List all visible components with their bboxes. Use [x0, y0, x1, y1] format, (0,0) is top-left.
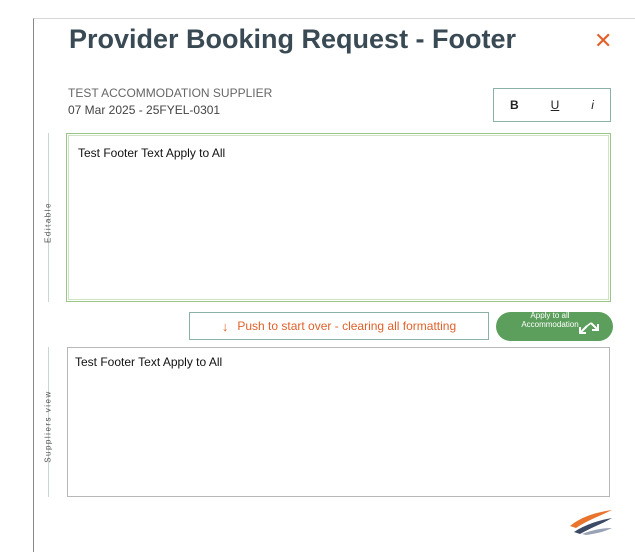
apply-to-all-button[interactable]: Apply to all Accommodation: [496, 311, 613, 341]
editable-label: Editable: [43, 202, 53, 243]
suppliers-view-preview: Test Footer Text Apply to All: [67, 347, 610, 497]
formatting-toolbar: B U i: [493, 88, 611, 122]
push-start-over-button[interactable]: ↓ Push to start over - clearing all form…: [189, 312, 489, 340]
underline-button[interactable]: U: [551, 98, 560, 112]
down-arrow-icon: ↓: [221, 318, 229, 334]
brand-swoosh-logo: [570, 510, 612, 535]
italic-button[interactable]: i: [591, 98, 594, 112]
footer-editor[interactable]: Test Footer Text Apply to All: [66, 133, 611, 302]
dialog-title: Provider Booking Request - Footer: [69, 24, 517, 54]
preview-text: Test Footer Text Apply to All: [75, 355, 223, 369]
bold-button[interactable]: B: [510, 98, 519, 112]
editor-text: Test Footer Text Apply to All: [78, 146, 226, 160]
expand-arrows-icon: [579, 322, 599, 334]
booking-reference: 07 Mar 2025 - 25FYEL-0301: [68, 103, 221, 117]
push-button-label: Push to start over - clearing all format…: [237, 319, 457, 333]
supplier-name: TEST ACCOMMODATION SUPPLIER: [68, 86, 273, 100]
close-icon[interactable]: ✕: [594, 30, 612, 52]
suppliers-view-label: Suppliers view: [43, 390, 53, 463]
